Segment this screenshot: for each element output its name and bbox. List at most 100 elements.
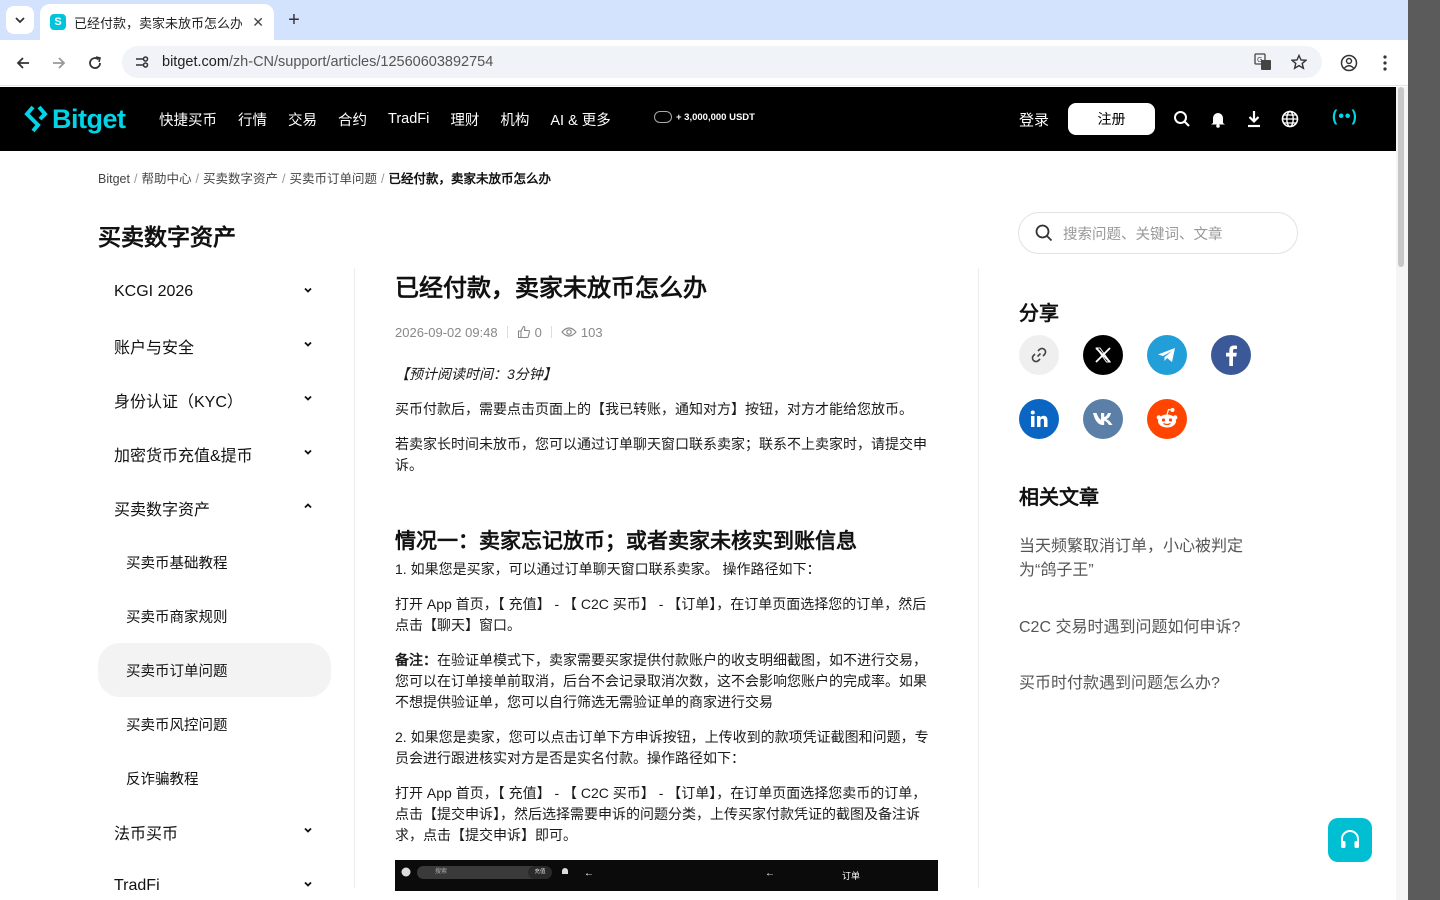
nav-item-ai-more[interactable]: AI & 更多 (550, 109, 610, 130)
chevron-down-icon (304, 395, 312, 401)
note-label: 备注： (395, 652, 437, 668)
signup-button[interactable]: 注册 (1068, 103, 1155, 135)
x-twitter-icon[interactable] (1083, 335, 1123, 375)
bitget-logo-icon (24, 105, 48, 133)
related-article-link[interactable]: 当天频繁取消订单，小心被判定为“鸽子王” (1019, 535, 1259, 583)
thumbs-up-icon[interactable] (517, 325, 531, 339)
sidebar-item-label: 法币买币 (114, 826, 179, 843)
login-link[interactable]: 登录 (1019, 109, 1049, 130)
page-scrollbar[interactable] (1396, 87, 1408, 900)
tab-search-button[interactable] (6, 6, 34, 34)
help-search-input[interactable]: 搜索问题、关键词、文章 (1018, 212, 1298, 254)
sidebar-item-label: 身份认证（KYC） (114, 394, 243, 411)
sidebar-item-buy-sell[interactable]: 买卖数字资产 (98, 481, 331, 535)
sidebar-item-kyc[interactable]: 身份认证（KYC） (98, 373, 331, 427)
tab-title: 已经付款，卖家未放币怎么办 (74, 15, 242, 31)
back-button[interactable] (10, 50, 36, 76)
main-nav: 快捷买币 行情 交易 合约 TradFi 理财 机构 AI & 更多 (159, 87, 632, 151)
search-icon (1035, 224, 1053, 242)
download-icon[interactable] (1244, 109, 1264, 129)
article-date: 2026-09-02 09:48 (395, 324, 498, 340)
translate-icon[interactable]: G (1252, 51, 1274, 73)
browser-menu-icon[interactable] (1372, 50, 1398, 76)
article-views: 103 (580, 324, 603, 340)
sidebar-item-label: 加密货币充值&提币 (114, 448, 253, 465)
article-paragraph: 打开 App 首页，【 充值】 - 【 C2C 买币】 - 【订单】，在订单页面… (395, 596, 927, 633)
more-menu-icon[interactable]: (••) (1332, 108, 1358, 126)
sidebar-subitem-anti-fraud[interactable]: 反诈骗教程 (98, 751, 331, 805)
promo-badge-icon (654, 111, 672, 123)
eye-icon (561, 326, 577, 338)
breadcrumb-current: 已经付款，卖家未放币怎么办 (388, 172, 551, 186)
sidebar-item-account-security[interactable]: 账户与安全 (98, 319, 331, 373)
article-screenshot-image: 搜索 充值 ← ← 订单 (395, 860, 938, 891)
customer-support-button[interactable] (1328, 818, 1372, 862)
scrollbar-thumb[interactable] (1398, 87, 1404, 267)
related-articles-title: 相关文章 (1019, 487, 1099, 509)
tab-strip: S 已经付款，卖家未放币怎么办 ✕ + (0, 0, 1408, 40)
image-deposit-button: 充值 (528, 866, 552, 879)
copy-link-icon[interactable] (1019, 335, 1059, 375)
sidebar-item-tradfi[interactable]: TradFi (98, 859, 331, 900)
avatar-icon (401, 867, 411, 877)
article-title: 已经付款，卖家未放币怎么办 (395, 275, 707, 302)
site-header: Bitget 快捷买币 行情 交易 合约 TradFi 理财 机构 AI & 更… (0, 87, 1396, 151)
reddit-icon[interactable] (1147, 399, 1187, 439)
nav-item-trade[interactable]: 交易 (288, 109, 317, 130)
facebook-icon[interactable] (1211, 335, 1251, 375)
bell-icon[interactable] (1208, 109, 1228, 129)
nav-item-tradfi[interactable]: TradFi (388, 111, 429, 127)
tab-close-icon[interactable]: ✕ (252, 14, 264, 31)
nav-item-markets[interactable]: 行情 (238, 109, 267, 130)
vk-icon[interactable] (1083, 399, 1123, 439)
article-meta: 2026-09-02 09:48 0 103 (395, 324, 940, 340)
sidebar-item-fiat[interactable]: 法币买币 (98, 805, 331, 859)
related-article-link[interactable]: C2C 交易时遇到问题如何申诉? (1019, 616, 1259, 640)
nav-item-futures[interactable]: 合约 (338, 109, 367, 130)
headset-icon (1341, 830, 1359, 848)
reload-button[interactable] (82, 50, 108, 76)
browser-window: S 已经付款，卖家未放币怎么办 ✕ + bitget.com/zh-CN/sup… (0, 0, 1408, 900)
back-arrow-icon: ← (765, 868, 775, 879)
forward-button[interactable] (46, 50, 72, 76)
nav-item-quick-buy[interactable]: 快捷买币 (159, 109, 217, 130)
reading-time: 【预计阅读时间：3分钟】 (395, 366, 557, 382)
sidebar-item-kcgi[interactable]: KCGI 2026 (98, 265, 331, 319)
sidebar-subitem-order-issues[interactable]: 买卖币订单问题 (98, 643, 331, 697)
sidebar-item-deposit-withdraw[interactable]: 加密货币充值&提币 (98, 427, 331, 481)
search-placeholder: 搜索问题、关键词、文章 (1063, 226, 1223, 243)
bookmark-star-icon[interactable] (1288, 51, 1310, 73)
url-text: bitget.com/zh-CN/support/articles/125606… (162, 54, 494, 70)
search-icon[interactable] (1172, 109, 1192, 129)
svg-text:G: G (1257, 56, 1262, 64)
breadcrumb-help-center[interactable]: 帮助中心 (141, 172, 191, 186)
globe-icon[interactable] (1280, 109, 1300, 129)
related-article-link[interactable]: 买币时付款遇到问题怎么办? (1019, 672, 1259, 696)
profile-icon[interactable] (1336, 50, 1362, 76)
browser-tab[interactable]: S 已经付款，卖家未放币怎么办 ✕ (40, 4, 274, 40)
address-bar[interactable]: bitget.com/zh-CN/support/articles/125606… (122, 46, 1322, 78)
nav-item-earn[interactable]: 理财 (450, 109, 479, 130)
site-info-icon[interactable] (134, 54, 150, 70)
sidebar-subitem-basics[interactable]: 买卖币基础教程 (98, 535, 331, 589)
telegram-icon[interactable] (1147, 335, 1187, 375)
content-divider (978, 268, 979, 888)
article-paragraph: 若卖家长时间未放币，您可以通过订单聊天窗口联系卖家；联系不上卖家时，请提交申诉。 (395, 436, 927, 473)
chevron-down-icon (304, 341, 312, 347)
category-title: 买卖数字资产 (98, 224, 236, 250)
linkedin-icon[interactable] (1019, 399, 1059, 439)
sidebar-subitem-merchant-rules[interactable]: 买卖币商家规则 (98, 589, 331, 643)
sidebar-subitem-risk-control[interactable]: 买卖币风控问题 (98, 697, 331, 751)
sidebar-divider (354, 268, 355, 888)
bitget-logo[interactable]: Bitget (24, 103, 126, 135)
breadcrumb-home[interactable]: Bitget (98, 172, 130, 186)
new-tab-button[interactable]: + (282, 8, 306, 32)
breadcrumb-section[interactable]: 买卖币订单问题 (289, 172, 377, 186)
nav-item-institutional[interactable]: 机构 (500, 109, 529, 130)
sidebar: KCGI 2026 账户与安全 身份认证（KYC） 加密货币充值&提币 买卖数字… (98, 265, 331, 900)
breadcrumb-category[interactable]: 买卖数字资产 (203, 172, 278, 186)
image-orders-label: 订单 (842, 871, 861, 881)
bitget-favicon-icon: S (50, 14, 66, 30)
share-title: 分享 (1019, 303, 1059, 325)
promo-banner[interactable]: + 3,000,000 USDT (654, 111, 755, 123)
